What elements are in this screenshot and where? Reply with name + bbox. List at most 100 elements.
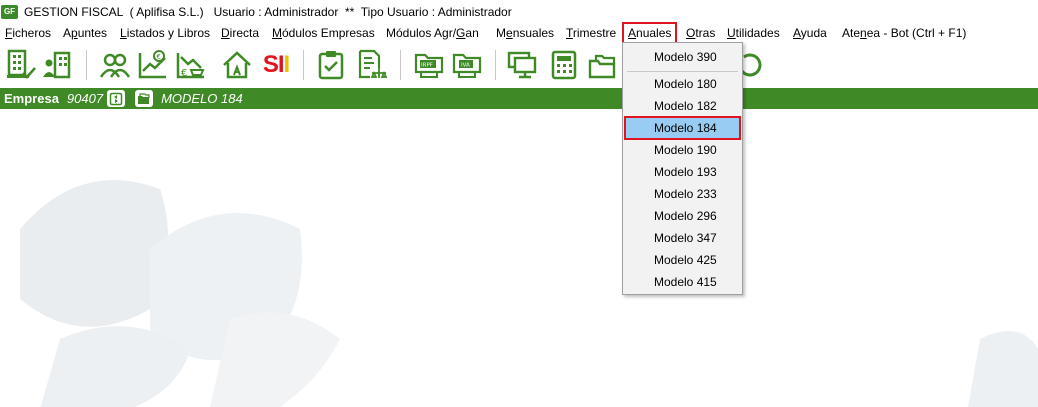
dropdown-item-modelo-415[interactable]: Modelo 415 <box>625 271 740 293</box>
menu-trimestre[interactable]: Trimestre <box>566 25 616 42</box>
dropdown-item-modelo-425[interactable]: Modelo 425 <box>625 249 740 271</box>
sii-button[interactable]: SII <box>259 48 293 82</box>
users-button[interactable] <box>98 48 132 82</box>
menu-bar: Ficheros Apuntes Listados y Libros Direc… <box>0 22 1038 45</box>
svg-text:IRPF: IRPF <box>421 63 433 69</box>
switch-icon <box>109 92 123 105</box>
menu-ayuda[interactable]: Ayuda <box>793 25 827 42</box>
menu-label: tilidades <box>735 26 780 40</box>
workspace-area <box>0 109 1038 407</box>
company-building-button[interactable] <box>4 48 38 82</box>
menu-label: istados y Libros <box>126 26 211 40</box>
remote-desktop-button[interactable] <box>505 48 539 82</box>
menu-mnemonic: O <box>686 26 696 40</box>
menu-mnemonic: D <box>221 26 230 40</box>
menu-label: yuda <box>800 26 827 40</box>
construction-worker-button[interactable] <box>40 48 74 82</box>
window-title: GESTION FISCAL ( Aplifisa S.L.) Usuario … <box>24 4 512 19</box>
menu-mensuales[interactable]: Mensuales <box>496 25 554 42</box>
monitor-network-icon <box>507 51 537 79</box>
euro-chart-up-icon: € <box>138 50 166 79</box>
home-tax-button[interactable] <box>220 48 254 82</box>
menu-mnemonic: e <box>506 26 513 40</box>
menu-label: nuales <box>636 26 672 40</box>
menu-label: untes <box>77 26 108 40</box>
document-balance-button[interactable] <box>355 48 389 82</box>
irpf-folders-button[interactable]: IRPF <box>412 48 446 82</box>
svg-text:IVA: IVA <box>461 63 470 69</box>
menu-atenea-bot[interactable]: Atenea - Bot (Ctrl + F1) <box>842 25 966 42</box>
menu-otras[interactable]: Otras <box>686 25 715 42</box>
dropdown-item-modelo-182[interactable]: Modelo 182 <box>625 95 740 117</box>
menu-label: tras <box>695 26 716 40</box>
menu-mnemonic: A <box>628 26 637 40</box>
menu-label: Ate <box>842 26 861 40</box>
income-chart-button[interactable]: € <box>136 48 170 82</box>
menu-mnemonic: M <box>272 26 282 40</box>
dropdown-item-modelo-347[interactable]: Modelo 347 <box>625 227 740 249</box>
app-logo-icon: GF <box>1 4 18 19</box>
stacked-folders-icon <box>588 54 616 79</box>
menu-mnemonic: U <box>727 26 736 40</box>
menu-label: ódulos Empresas <box>282 26 375 40</box>
menu-mnemonic: A <box>793 26 801 40</box>
building-check-icon <box>7 49 36 79</box>
toolbar-separator <box>86 50 87 80</box>
menu-label: rimestre <box>572 26 617 40</box>
company-bar: Empresa 90407 MODELO 184 <box>0 88 1038 109</box>
anuales-dropdown-menu: Modelo 390 Modelo 180 Modelo 182 Modelo … <box>622 42 743 295</box>
menu-label: nsuales <box>512 26 555 40</box>
menu-label: A <box>63 26 72 40</box>
dropdown-item-modelo-184[interactable]: Modelo 184 <box>624 116 741 140</box>
menu-mnemonic: T <box>566 26 573 40</box>
sii-i2-letter: I <box>283 51 291 78</box>
clipboard-check-icon <box>318 51 344 80</box>
menu-anuales[interactable]: Anuales <box>621 22 678 45</box>
menu-mnemonic: n <box>860 26 867 40</box>
menu-directa[interactable]: Directa <box>221 25 259 42</box>
current-model: MODELO 184 <box>161 91 243 106</box>
dropdown-item-modelo-193[interactable]: Modelo 193 <box>625 161 740 183</box>
menu-mnemonic: L <box>120 26 127 40</box>
dropdown-item-modelo-390[interactable]: Modelo 390 <box>625 46 740 68</box>
change-company-button[interactable] <box>107 90 126 107</box>
menu-modulos-empresas[interactable]: Módulos Empresas <box>272 25 375 42</box>
menu-listados-libros[interactable]: Listados y Libros <box>120 25 210 42</box>
company-code: 90407 <box>66 91 104 106</box>
menu-ficheros[interactable]: Ficheros <box>5 25 51 42</box>
euro-cart-chart-icon: € <box>176 53 205 79</box>
sii-logo-icon: SII <box>262 49 291 81</box>
dropdown-item-modelo-180[interactable]: Modelo 180 <box>625 73 740 95</box>
dropdown-item-modelo-296[interactable]: Modelo 296 <box>625 205 740 227</box>
users-icon <box>99 53 131 78</box>
folders-open-button[interactable] <box>586 48 620 82</box>
dropdown-item-modelo-190[interactable]: Modelo 190 <box>625 139 740 161</box>
dropdown-item-modelo-233[interactable]: Modelo 233 <box>625 183 740 205</box>
folder-open-icon <box>138 92 150 104</box>
iva-folders-button[interactable]: IVA <box>450 48 484 82</box>
menu-label: irecta <box>229 26 260 40</box>
toolbar: € € SII IRPF IVA <box>0 44 1038 88</box>
menu-label: an <box>465 26 479 40</box>
sii-s-letter: S <box>262 51 279 78</box>
menu-apuntes[interactable]: Apuntes <box>63 25 107 42</box>
title-bar: GF GESTION FISCAL ( Aplifisa S.L.) Usuar… <box>0 0 1038 23</box>
open-folder-button[interactable] <box>135 90 154 107</box>
company-label: Empresa <box>4 91 59 106</box>
expenses-chart-button[interactable]: € <box>174 48 208 82</box>
clipboard-button[interactable] <box>314 48 348 82</box>
menu-modulos-agr-gan[interactable]: Módulos Agr/Gan <box>386 25 479 42</box>
app-window: GF GESTION FISCAL ( Aplifisa S.L.) Usuar… <box>0 0 1038 407</box>
background-watermark-icon <box>20 180 1038 407</box>
menu-label: icheros <box>12 26 52 40</box>
menu-label: Módulos Agr/ <box>386 26 457 40</box>
document-scale-icon <box>358 49 388 79</box>
irpf-folder-icon: IRPF <box>414 53 444 78</box>
worker-building-icon <box>43 51 71 79</box>
menu-mnemonic: p <box>71 26 78 40</box>
menu-utilidades[interactable]: Utilidades <box>727 25 780 42</box>
menu-label: M <box>496 26 506 40</box>
menu-mnemonic: G <box>456 26 466 40</box>
calculator-button[interactable] <box>547 48 581 82</box>
calculator-icon <box>551 50 577 80</box>
